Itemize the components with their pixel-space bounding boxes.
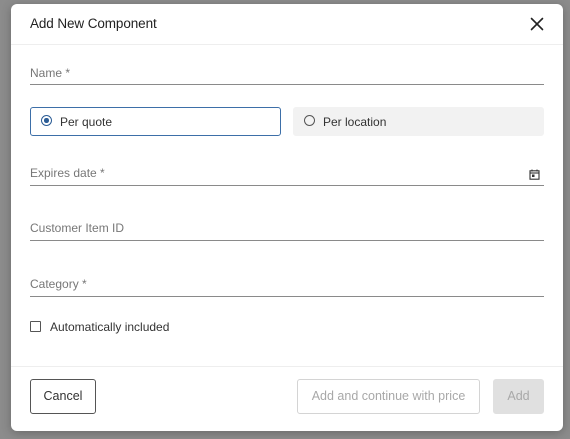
add-and-continue-button[interactable]: Add and continue with price <box>297 379 480 414</box>
per-location-option[interactable]: Per location <box>293 107 544 136</box>
category-label: Category * <box>30 277 87 291</box>
per-quote-option[interactable]: Per quote <box>30 107 281 136</box>
name-field-label: Name * <box>30 66 71 80</box>
add-component-dialog: Add New Component Name * Per quote Per l… <box>11 4 563 431</box>
dialog-header: Add New Component <box>11 4 563 45</box>
add-button[interactable]: Add <box>493 379 544 414</box>
customer-item-id-field[interactable]: Customer Item ID <box>30 217 544 241</box>
calendar-button[interactable] <box>529 167 540 180</box>
per-quote-radio[interactable] <box>41 115 52 126</box>
per-location-label: Per location <box>323 115 387 129</box>
close-icon <box>530 17 544 31</box>
expires-date-label: Expires date * <box>30 166 105 180</box>
calendar-icon <box>529 169 540 180</box>
per-quote-label: Per quote <box>60 115 113 129</box>
cancel-button[interactable]: Cancel <box>30 379 96 414</box>
dialog-title: Add New Component <box>30 16 157 31</box>
automatically-included-label: Automatically included <box>50 320 170 334</box>
dialog-footer: Cancel Add and continue with price Add <box>11 366 563 432</box>
name-field[interactable]: Name * <box>30 62 544 85</box>
category-field[interactable]: Category * <box>30 273 544 297</box>
per-location-radio[interactable] <box>304 115 315 126</box>
customer-item-id-label: Customer Item ID <box>30 221 125 235</box>
expires-date-field[interactable]: Expires date * <box>30 162 544 186</box>
automatically-included-checkbox[interactable] <box>30 321 41 332</box>
close-button[interactable] <box>528 15 546 33</box>
